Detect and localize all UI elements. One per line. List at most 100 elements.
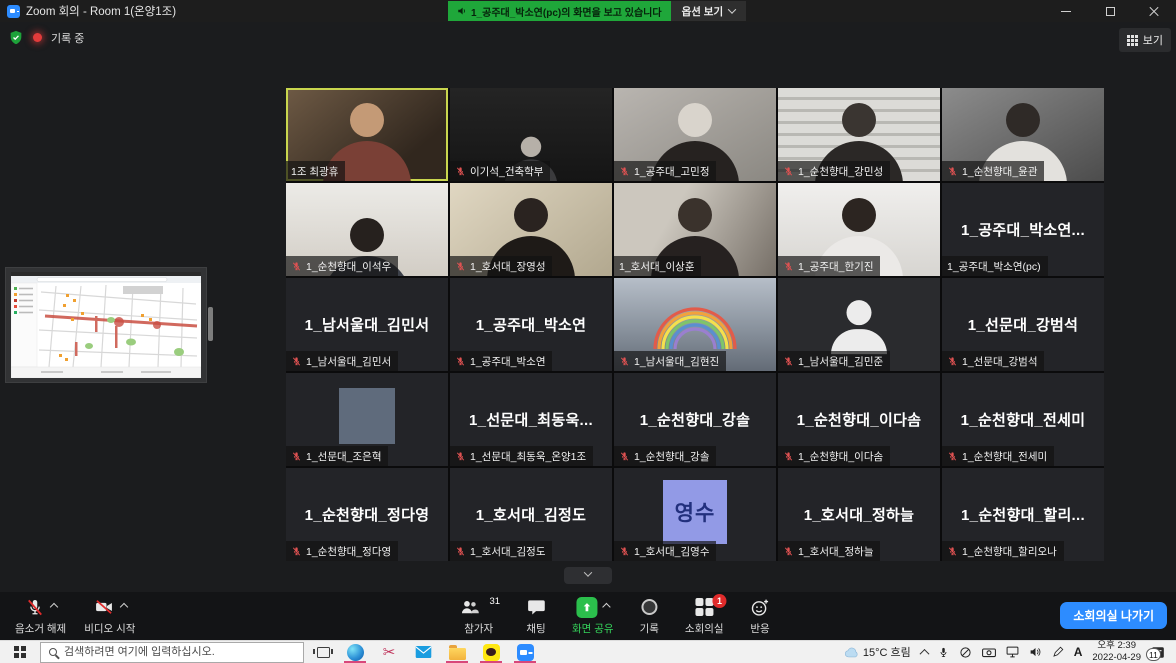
start-video-button[interactable]: 비디오 시작	[75, 592, 144, 640]
participant-tile[interactable]: 영수 1_호서대_김영수	[614, 468, 776, 561]
participants-icon	[457, 597, 481, 617]
kakaotalk-icon	[483, 644, 500, 661]
taskbar-app-mail[interactable]	[406, 641, 440, 663]
titlebar: Zoom 회의 - Room 1(온양1조) 1_공주대_박소연(pc)의 화면…	[0, 0, 1176, 22]
tray-pen[interactable]	[1047, 641, 1069, 663]
minimize-button[interactable]	[1044, 0, 1088, 22]
zoom-app-icon	[7, 5, 20, 18]
participant-tile[interactable]: 1_공주대_박소연... 1_공주대_박소연(pc)	[942, 183, 1104, 276]
chat-button[interactable]: 채팅	[517, 592, 555, 640]
participant-label-text: 1_공주대_박소연	[470, 354, 545, 369]
participant-tile[interactable]: 1_호서대_김정도 1_호서대_김정도	[450, 468, 612, 561]
participant-tile[interactable]: 1_호서대_이상훈	[614, 183, 776, 276]
participant-tile[interactable]: 1_공주대_박소연 1_공주대_박소연	[450, 278, 612, 371]
participants-button[interactable]: 31 참가자	[448, 592, 509, 640]
reactions-button[interactable]: 반응	[741, 592, 780, 640]
participant-label-text: 1_순천향대_정다영	[306, 544, 391, 559]
participant-label-text: 1_공주대_박소연(pc)	[947, 259, 1041, 274]
participant-label-text: 1_선문대_조은혁	[306, 449, 381, 464]
participant-tile[interactable]: 이기석_건축학부	[450, 88, 612, 181]
circle-slash-icon	[959, 646, 972, 659]
taskbar-app-zoom[interactable]	[508, 641, 542, 663]
options-view-button[interactable]: 옵션 보기	[671, 1, 747, 21]
participant-tile[interactable]: 1_순천향대_윤관	[942, 88, 1104, 181]
view-button[interactable]: 보기	[1119, 28, 1171, 52]
participant-tile[interactable]: 1_호서대_장영성	[450, 183, 612, 276]
camera-icon	[982, 647, 996, 658]
participant-tile[interactable]: 1_순천향대_강민성	[778, 88, 940, 181]
security-shield-icon[interactable]	[8, 29, 24, 46]
mute-options-chevron[interactable]	[49, 603, 57, 611]
participant-label-text: 1_호서대_김영수	[634, 544, 709, 559]
participant-tile[interactable]: 1_순천향대_전세미 1_순천향대_전세미	[942, 373, 1104, 466]
screen-share-banner: 1_공주대_박소연(pc)의 화면을 보고 있습니다	[448, 1, 671, 21]
participant-tile[interactable]: 1_순천향대_이석우	[286, 183, 448, 276]
monitor-icon	[1006, 646, 1019, 658]
muted-mic-icon	[455, 356, 466, 367]
participant-tile[interactable]: 1_호서대_정하늘 1_호서대_정하늘	[778, 468, 940, 561]
muted-mic-icon	[455, 451, 466, 462]
participant-tile[interactable]: 1_선문대_강범석 1_선문대_강범석	[942, 278, 1104, 371]
muted-mic-icon	[619, 451, 630, 462]
participant-tile[interactable]: 1_공주대_고민정	[614, 88, 776, 181]
muted-mic-icon	[947, 546, 958, 557]
notification-center-button[interactable]: 11	[1146, 641, 1173, 663]
participant-label: 1_공주대_박소연	[450, 351, 552, 371]
hidden-icons-button[interactable]	[916, 641, 933, 663]
breakout-rooms-button[interactable]: 1 소회의실	[676, 592, 733, 640]
maximize-button[interactable]	[1088, 0, 1132, 22]
share-options-chevron[interactable]	[602, 603, 610, 611]
leave-breakout-button[interactable]: 소회의실 나가기	[1060, 602, 1167, 629]
participant-label: 1_순천향대_전세미	[942, 446, 1054, 466]
tray-volume[interactable]	[1024, 641, 1047, 663]
share-screen-button[interactable]: 화면 공유	[563, 592, 623, 640]
participant-tile[interactable]: 1_순천향대_정다영 1_순천향대_정다영	[286, 468, 448, 561]
video-options-chevron[interactable]	[120, 603, 128, 611]
weather-widget[interactable]: 15°C 흐림	[839, 641, 916, 663]
shared-screen-thumbnail[interactable]	[5, 267, 207, 383]
participant-label: 1_순천향대_이석우	[286, 256, 398, 276]
tray-microphone[interactable]	[933, 641, 954, 663]
participant-tile[interactable]: 1_남서울대_김민서 1_남서울대_김민서	[286, 278, 448, 371]
task-view-button[interactable]	[308, 641, 338, 663]
taskbar-app-file-explorer[interactable]	[440, 641, 474, 663]
unmute-button[interactable]: 음소거 해제	[6, 592, 75, 640]
participant-tile[interactable]: 1_선문대_최동욱... 1_선문대_최동욱_온양1조	[450, 373, 612, 466]
speaker-icon	[1029, 646, 1042, 658]
mail-icon	[415, 645, 432, 659]
tray-sync-paused[interactable]	[954, 641, 977, 663]
participant-tile[interactable]: 1_공주대_한기진	[778, 183, 940, 276]
taskbar-app-edge[interactable]	[338, 641, 372, 663]
close-button[interactable]	[1132, 0, 1176, 22]
participant-label: 1_선문대_조은혁	[286, 446, 388, 466]
participant-tile[interactable]: 1_남서울대_김현진	[614, 278, 776, 371]
participant-tile[interactable]: 1_순천향대_할리... 1_순천향대_할리오나	[942, 468, 1104, 561]
participant-tile[interactable]: 1_순천향대_이다솜 1_순천향대_이다솜	[778, 373, 940, 466]
participant-tile[interactable]: 1_남서울대_김민준	[778, 278, 940, 371]
ime-indicator[interactable]: A	[1069, 641, 1088, 663]
taskbar-search[interactable]	[40, 642, 304, 663]
taskbar-app-kakaotalk[interactable]	[474, 641, 508, 663]
start-button[interactable]	[0, 641, 40, 663]
tray-network[interactable]	[1001, 641, 1024, 663]
participant-tile[interactable]: 1조 최광휴	[286, 88, 448, 181]
record-button[interactable]: 기록	[631, 592, 668, 640]
participant-label: 1_순천향대_할리오나	[942, 541, 1064, 561]
tray-camera[interactable]	[977, 641, 1001, 663]
participant-tile[interactable]: 1_선문대_조은혁	[286, 373, 448, 466]
participant-label: 1_순천향대_강민성	[778, 161, 890, 181]
muted-mic-icon	[783, 546, 794, 557]
muted-mic-icon	[291, 546, 302, 557]
participant-label: 1_남서울대_김현진	[614, 351, 726, 371]
taskbar-clock[interactable]: 오후 2:39 2022-04-29	[1087, 641, 1146, 663]
muted-mic-icon	[783, 451, 794, 462]
participant-label-text: 1_호서대_정하늘	[798, 544, 873, 559]
windows-logo-icon	[14, 646, 27, 659]
collapse-gallery-button[interactable]	[564, 567, 612, 584]
chevron-up-icon	[919, 648, 929, 658]
participant-label-text: 1_남서울대_김민서	[306, 354, 391, 369]
taskbar-app-snipping-tool[interactable]: ✂	[372, 641, 406, 663]
participant-tile[interactable]: 1_순천향대_강솔 1_순천향대_강솔	[614, 373, 776, 466]
search-input[interactable]	[64, 646, 295, 658]
thumbnail-scrollbar[interactable]	[208, 307, 213, 341]
